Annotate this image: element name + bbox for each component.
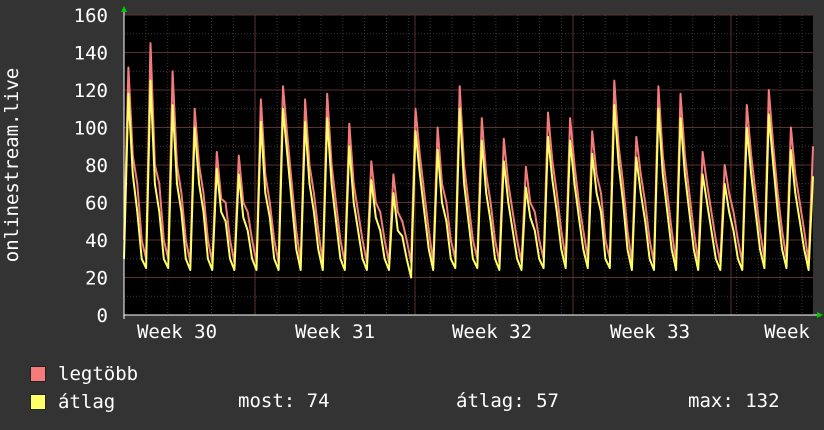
- y-tick-label: 60: [85, 193, 108, 215]
- y-tick-label: 40: [85, 230, 108, 252]
- y-axis-title: onlinestream.live: [1, 68, 23, 262]
- stat-most: most: 74: [238, 390, 330, 412]
- x-tick-label: Week 33: [610, 321, 690, 343]
- y-tick-label: 160: [74, 5, 108, 27]
- legend-swatch-max: [30, 366, 46, 382]
- y-tick-label: 140: [74, 43, 108, 65]
- y-tick-label: 120: [74, 80, 108, 102]
- x-tick-label: Week 31: [295, 321, 375, 343]
- legend-swatch-avg: [30, 394, 46, 410]
- y-tick-label: 0: [97, 305, 108, 327]
- y-axis-arrow: [121, 6, 127, 12]
- chart-root: 0 20 40 60 80 100 120 140 160 Week 30 Week 31 Week …: [0, 0, 824, 430]
- stat-atlag: átlag: 57: [456, 390, 559, 412]
- x-tick-label: Week 32: [452, 321, 532, 343]
- legend-label-max: legtöbb: [58, 363, 139, 385]
- x-axis-arrow: [817, 312, 823, 318]
- legend-item-max: legtöbb: [30, 363, 138, 385]
- y-tick-label: 100: [74, 118, 108, 140]
- x-tick-label: Week: [764, 321, 810, 343]
- stat-max: max: 132: [688, 390, 780, 412]
- y-tick-label: 20: [85, 268, 108, 290]
- legend-item-avg: átlag: [30, 391, 115, 413]
- legend-label-avg: átlag: [58, 391, 116, 413]
- y-tick-label: 80: [85, 155, 108, 177]
- x-tick-label: Week 30: [137, 321, 217, 343]
